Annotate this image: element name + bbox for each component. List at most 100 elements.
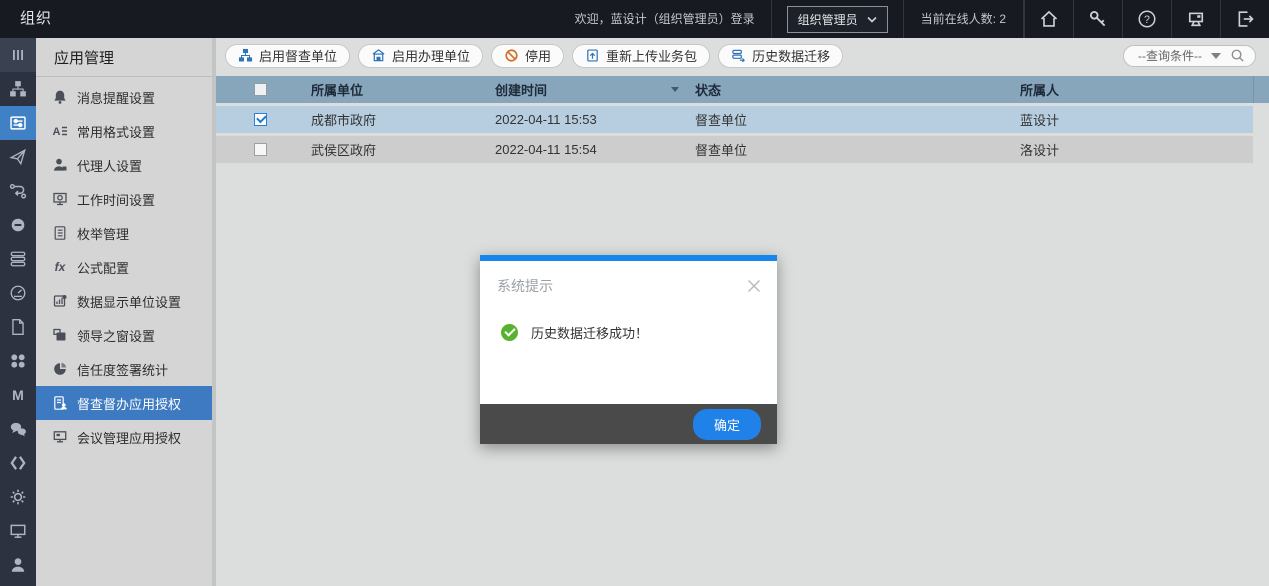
- data-unit-icon: [51, 292, 69, 310]
- enable-supervise-unit-button[interactable]: 启用督查单位: [225, 43, 351, 68]
- sidebar-item-label: 信任度签署统计: [77, 362, 169, 378]
- cell-status: 督查单位: [695, 143, 748, 158]
- sidebar-item-meeting-auth[interactable]: 会议管理应用授权: [36, 420, 212, 454]
- svg-text:M: M: [12, 387, 24, 403]
- rail-item-chat[interactable]: [0, 412, 36, 446]
- sidebar-list: 消息提醒设置 A 常用格式设置 代理人设置 工作时间设置 枚举管理 fx 公式配…: [36, 77, 212, 454]
- letter-m-icon: M: [9, 386, 27, 404]
- user-icon: [9, 556, 27, 574]
- logout-button[interactable]: [1220, 0, 1269, 38]
- sidebar-item-label: 常用格式设置: [77, 124, 156, 140]
- cell-unit: 武侯区政府: [311, 143, 377, 158]
- table-row[interactable]: 武侯区政府 2022-04-11 15:54 督查单位 洛设计: [216, 136, 1253, 163]
- rail-item-document[interactable]: [0, 310, 36, 344]
- row-checkbox[interactable]: [253, 143, 267, 156]
- sidebar-item-supervise-auth[interactable]: 督查督办应用授权: [36, 386, 212, 420]
- badge-icon: [9, 216, 27, 234]
- row-checkbox[interactable]: [253, 113, 267, 126]
- query-condition-dropdown[interactable]: --查询条件--: [1123, 44, 1256, 67]
- collapse-icon: [10, 47, 26, 63]
- history-migrate-button[interactable]: 历史数据迁移: [718, 43, 844, 68]
- app-title: 组织: [20, 10, 53, 27]
- online-count: 当前在线人数: 2: [904, 0, 1024, 38]
- sidebar-title: 应用管理: [36, 38, 212, 77]
- sidebar-item-formula[interactable]: fx 公式配置: [36, 250, 212, 284]
- sidebar-item-worktime[interactable]: 工作时间设置: [36, 182, 212, 216]
- rail-item-m[interactable]: M: [0, 378, 36, 412]
- database-icon: [9, 250, 27, 268]
- sidebar-item-agent[interactable]: 代理人设置: [36, 148, 212, 182]
- enable-handle-unit-button[interactable]: 启用办理单位: [358, 43, 484, 68]
- toolbar: 启用督查单位 启用办理单位 停用 重新上传业务包 历史数据迁移 --查询条件--: [216, 38, 1269, 73]
- rail-item-send[interactable]: [0, 140, 36, 174]
- help-button[interactable]: ?: [1122, 0, 1171, 38]
- success-check-icon: [501, 324, 518, 341]
- enum-icon: [51, 224, 69, 242]
- enable-handle-unit-icon: [371, 48, 386, 63]
- sidebar-item-label: 消息提醒设置: [77, 90, 156, 106]
- row-checkbox-cell: [216, 143, 304, 156]
- rail-item-settings[interactable]: [0, 480, 36, 514]
- cell-created: 2022-04-11 15:53: [495, 112, 597, 127]
- workstation-button[interactable]: [1171, 0, 1220, 38]
- cell-unit: 成都市政府: [311, 113, 377, 128]
- chevron-down-icon: [867, 16, 877, 23]
- code-icon: [9, 454, 27, 472]
- role-dropdown-wrap: 组织管理员: [770, 0, 904, 38]
- sidebar-item-label: 督查督办应用授权: [77, 396, 182, 412]
- sidebar-item-message-remind[interactable]: 消息提醒设置: [36, 80, 212, 114]
- topbar: 组织 欢迎，蓝设计（组织管理员）登录 组织管理员 当前在线人数: 2 ?: [0, 0, 1269, 38]
- table-header-row: 所属单位 创建时间 状态 所属人: [216, 76, 1269, 103]
- toolbar-buttons: 启用督查单位 启用办理单位 停用 重新上传业务包 历史数据迁移: [225, 43, 844, 68]
- chat-icon: [9, 420, 27, 438]
- rail-item-dashboard[interactable]: [0, 276, 36, 310]
- password-button[interactable]: [1073, 0, 1122, 38]
- rail-item-monitor[interactable]: [0, 514, 36, 548]
- enable-supervise-unit-icon: [238, 48, 253, 63]
- query-condition-label: --查询条件--: [1138, 49, 1202, 63]
- search-icon[interactable]: [1230, 48, 1245, 63]
- apps-grid-icon: [9, 352, 27, 370]
- column-header-unit[interactable]: 所属单位: [304, 80, 488, 99]
- header-scrollbar-spacer: [1253, 76, 1269, 103]
- workstation-icon: [1186, 9, 1206, 29]
- format-icon: A: [51, 122, 69, 140]
- sidebar-item-leader-window[interactable]: 领导之窗设置: [36, 318, 212, 352]
- column-header-created[interactable]: 创建时间: [488, 80, 688, 99]
- icon-rail: M: [0, 38, 36, 586]
- sidebar-item-trust-stats[interactable]: 信任度签署统计: [36, 352, 212, 386]
- bell-icon: [51, 88, 69, 106]
- column-header-status[interactable]: 状态: [688, 80, 1012, 99]
- rail-item-user[interactable]: [0, 548, 36, 582]
- rail-item-app-settings[interactable]: [0, 106, 36, 140]
- rail-item-apps[interactable]: [0, 344, 36, 378]
- dialog-titlebar: 系统提示: [480, 261, 777, 296]
- sidebar-item-format[interactable]: A 常用格式设置: [36, 114, 212, 148]
- sort-desc-icon[interactable]: [671, 87, 679, 92]
- sidebar-item-label: 枚举管理: [77, 226, 130, 242]
- collapse-button[interactable]: [0, 38, 36, 72]
- role-dropdown-label: 组织管理员: [797, 12, 858, 27]
- monitor-icon: [9, 522, 27, 540]
- sidebar-item-enum[interactable]: 枚举管理: [36, 216, 212, 250]
- select-all-cell: [216, 83, 304, 96]
- select-all-checkbox[interactable]: [253, 83, 267, 96]
- sidebar-item-data-unit[interactable]: 数据显示单位设置: [36, 284, 212, 318]
- column-header-owner[interactable]: 所属人: [1012, 80, 1253, 99]
- sidebar-item-label: 工作时间设置: [77, 192, 156, 208]
- gear-icon: [9, 488, 27, 506]
- rail-item-code[interactable]: [0, 446, 36, 480]
- rail-item-badge[interactable]: [0, 208, 36, 242]
- close-icon[interactable]: [746, 278, 762, 294]
- rail-item-workflow[interactable]: [0, 174, 36, 208]
- ok-button[interactable]: 确定: [692, 408, 761, 440]
- disable-button[interactable]: 停用: [491, 43, 565, 68]
- reupload-package-button[interactable]: 重新上传业务包: [572, 43, 711, 68]
- org-tree-icon: [9, 80, 27, 98]
- rail-item-org-tree[interactable]: [0, 72, 36, 106]
- table-row[interactable]: 成都市政府 2022-04-11 15:53 督查单位 蓝设计: [216, 106, 1253, 133]
- logout-icon: [1235, 9, 1255, 29]
- role-dropdown[interactable]: 组织管理员: [786, 5, 888, 33]
- rail-item-database[interactable]: [0, 242, 36, 276]
- home-button[interactable]: [1024, 0, 1073, 38]
